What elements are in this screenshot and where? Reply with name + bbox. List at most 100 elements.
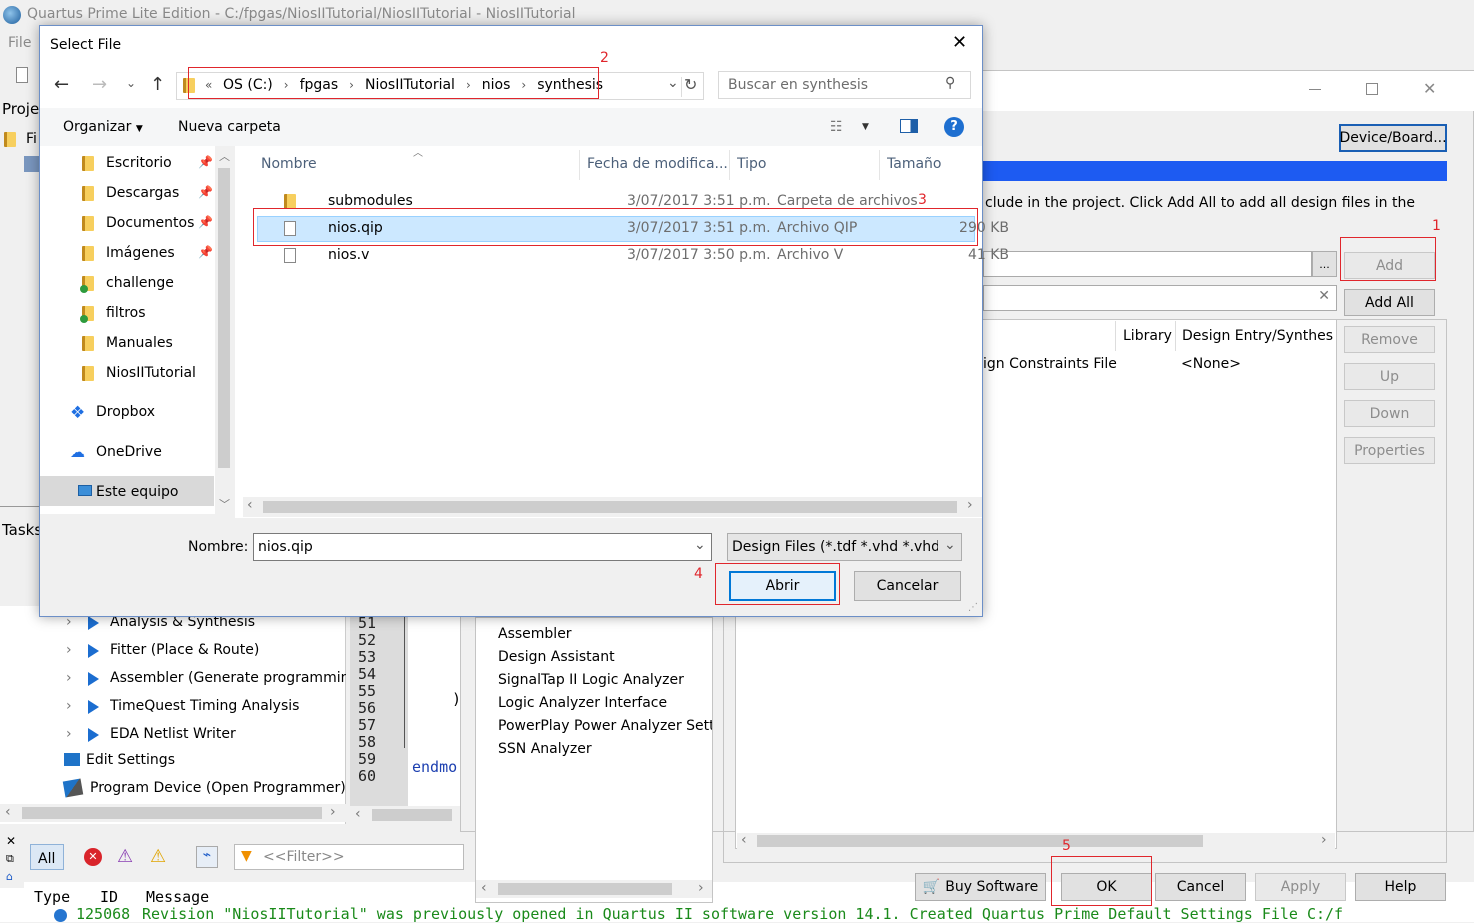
task-item[interactable]: TimeQuest Timing Analysis bbox=[110, 698, 346, 714]
filter-input[interactable]: ▼ <<Filter>> bbox=[234, 844, 464, 870]
filter-all-button[interactable]: All bbox=[30, 844, 64, 870]
task-expand-icon[interactable]: › bbox=[66, 698, 72, 714]
nav-item[interactable]: Manuales bbox=[106, 335, 173, 351]
up-button[interactable]: Up bbox=[1344, 363, 1435, 390]
nav-onedrive[interactable]: OneDrive bbox=[96, 444, 162, 460]
browse-button[interactable]: ... bbox=[1312, 251, 1337, 277]
nav-item[interactable]: filtros bbox=[106, 305, 146, 321]
category-item[interactable]: Logic Analyzer Interface bbox=[498, 695, 712, 711]
organize-button[interactable]: Organizar ▼ bbox=[63, 119, 143, 135]
minimize-icon[interactable] bbox=[1309, 89, 1321, 90]
task-run-icon[interactable] bbox=[88, 728, 99, 742]
suppress-filter-icon[interactable]: ⌁ bbox=[196, 846, 218, 868]
task-edit-settings[interactable]: Edit Settings bbox=[86, 752, 175, 768]
menu-file[interactable]: File bbox=[8, 35, 31, 51]
scroll-left-icon[interactable]: ‹ bbox=[5, 804, 11, 820]
nav-item[interactable]: challenge bbox=[106, 275, 174, 291]
pin-icon[interactable]: ⌂ bbox=[6, 870, 13, 883]
nav-item[interactable]: Descargas bbox=[106, 185, 179, 201]
file-list-scrollbar[interactable]: ‹ › bbox=[243, 497, 982, 517]
remove-button[interactable]: Remove bbox=[1344, 326, 1435, 353]
apply-button[interactable]: Apply bbox=[1255, 873, 1346, 901]
back-icon[interactable]: ← bbox=[54, 74, 69, 95]
table-scroll-left-icon[interactable]: ‹ bbox=[741, 832, 747, 848]
category-scrollbar[interactable]: ‹ › bbox=[476, 880, 712, 898]
error-filter-icon[interactable]: ✕ bbox=[84, 848, 102, 866]
col-size[interactable]: Tamaño bbox=[887, 156, 941, 172]
view-options-icon[interactable]: ☷ bbox=[830, 119, 843, 135]
file-scroll-right-icon[interactable]: › bbox=[967, 497, 973, 513]
nav-item[interactable]: Documentos bbox=[106, 215, 194, 231]
down-button[interactable]: Down bbox=[1344, 400, 1435, 427]
col-date[interactable]: Fecha de modifica... bbox=[587, 156, 728, 172]
category-item[interactable]: SignalTap II Logic Analyzer bbox=[498, 672, 712, 688]
task-item[interactable]: EDA Netlist Writer bbox=[110, 726, 346, 742]
row-design-entry[interactable]: <None> bbox=[1181, 356, 1241, 372]
code-scroll-thumb[interactable] bbox=[372, 809, 452, 821]
add-all-button[interactable]: Add All bbox=[1344, 289, 1435, 316]
view-dropdown-icon[interactable]: ▼ bbox=[862, 122, 869, 132]
files-table-scrollbar[interactable]: ‹ › bbox=[737, 832, 1335, 849]
device-board-button[interactable]: Device/Board... bbox=[1339, 124, 1447, 152]
forward-icon[interactable]: → bbox=[92, 74, 107, 95]
category-item[interactable]: Assembler bbox=[498, 626, 712, 642]
nav-scroll-up-icon[interactable]: ︿ bbox=[219, 148, 230, 164]
category-scroll-right-icon[interactable]: › bbox=[698, 880, 704, 896]
filetype-select[interactable]: Design Files (*.tdf *.vhd *.vhdl *. ⌄ bbox=[727, 533, 962, 561]
buy-software-button[interactable]: 🛒 Buy Software bbox=[915, 873, 1046, 901]
warning-filter-icon[interactable]: ⚠ bbox=[150, 846, 166, 867]
nav-scroll-down-icon[interactable]: ﹀ bbox=[219, 496, 230, 512]
tasks-scrollbar[interactable]: ‹ › bbox=[0, 804, 346, 822]
file-scroll-left-icon[interactable]: ‹ bbox=[247, 497, 253, 513]
scroll-thumb[interactable] bbox=[22, 807, 322, 819]
address-dropdown-icon[interactable]: ⌄ bbox=[667, 75, 679, 91]
file-scroll-thumb[interactable] bbox=[263, 501, 957, 513]
filename-dropdown-icon[interactable]: ⌄ bbox=[694, 537, 706, 553]
category-item[interactable]: PowerPlay Power Analyzer Sett bbox=[498, 718, 712, 734]
task-run-icon[interactable] bbox=[88, 672, 99, 686]
pin-icon[interactable]: 📌 bbox=[198, 245, 213, 259]
task-expand-icon[interactable]: › bbox=[66, 726, 72, 742]
nav-item[interactable]: Escritorio bbox=[106, 155, 172, 171]
maximize-icon[interactable] bbox=[1366, 83, 1378, 95]
task-program-device[interactable]: Program Device (Open Programmer) bbox=[90, 780, 346, 796]
float-icon[interactable]: ⧉ bbox=[6, 852, 14, 866]
new-file-icon[interactable] bbox=[16, 67, 28, 83]
category-scroll-thumb[interactable] bbox=[498, 883, 672, 895]
category-scroll-left-icon[interactable]: ‹ bbox=[481, 880, 487, 896]
task-run-icon[interactable] bbox=[88, 644, 99, 658]
category-item[interactable]: Design Assistant bbox=[498, 649, 712, 665]
pin-icon[interactable]: 📌 bbox=[198, 215, 213, 229]
dialog-cancel-button[interactable]: Cancelar bbox=[854, 571, 961, 601]
category-item[interactable]: SSN Analyzer bbox=[498, 741, 712, 757]
dialog-close-icon[interactable]: ✕ bbox=[952, 32, 967, 53]
code-scrollbar[interactable]: ‹ bbox=[350, 806, 460, 824]
task-expand-icon[interactable]: › bbox=[66, 670, 72, 686]
new-folder-button[interactable]: Nueva carpeta bbox=[178, 119, 281, 135]
file-name-input[interactable] bbox=[983, 251, 1312, 277]
files-tab[interactable]: Fi bbox=[26, 131, 37, 147]
col-name[interactable]: Nombre bbox=[261, 156, 317, 172]
code-scroll-left-icon[interactable]: ‹ bbox=[355, 806, 361, 822]
task-run-icon[interactable] bbox=[88, 616, 99, 630]
pin-icon[interactable]: 📌 bbox=[198, 185, 213, 199]
nav-dropbox[interactable]: Dropbox bbox=[96, 404, 155, 420]
filename-input[interactable]: nios.qip ⌄ bbox=[253, 533, 712, 561]
resize-grip-icon[interactable]: ⋰ bbox=[968, 602, 978, 613]
nav-item[interactable]: Imágenes bbox=[106, 245, 175, 261]
nav-this-pc[interactable]: Este equipo bbox=[96, 484, 178, 500]
nav-item[interactable]: NiosIITutorial bbox=[106, 365, 196, 381]
critical-warning-filter-icon[interactable]: ⚠ bbox=[117, 846, 133, 867]
up-folder-icon[interactable]: ↑ bbox=[150, 74, 165, 95]
table-scroll-thumb[interactable] bbox=[757, 835, 1203, 847]
project-navigator-tab[interactable]: Proje bbox=[2, 100, 39, 118]
tasks-tab[interactable]: Tasks bbox=[2, 521, 42, 539]
window-close-icon[interactable]: ✕ bbox=[1423, 79, 1436, 98]
row-file-type[interactable]: ign Constraints File bbox=[983, 356, 1117, 372]
task-item[interactable]: Assembler (Generate programming bbox=[110, 670, 346, 686]
scroll-right-icon[interactable]: › bbox=[330, 804, 336, 820]
help-button[interactable]: Help bbox=[1355, 873, 1446, 901]
task-item[interactable]: Fitter (Place & Route) bbox=[110, 642, 346, 658]
settings-cancel-button[interactable]: Cancel bbox=[1155, 873, 1246, 901]
task-run-icon[interactable] bbox=[88, 700, 99, 714]
